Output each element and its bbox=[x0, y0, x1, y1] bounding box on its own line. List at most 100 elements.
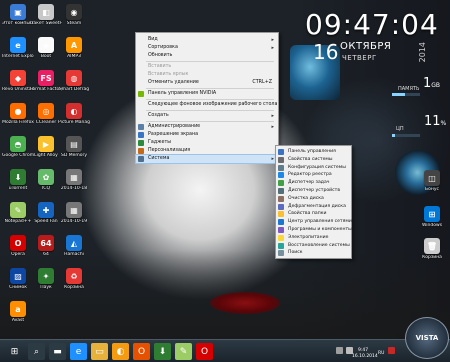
context-menu-item[interactable]: Вид ▸ bbox=[136, 36, 278, 44]
clock-weekday: ЧЕТВЕРГ bbox=[342, 54, 377, 62]
internet-explorer-icon: e bbox=[75, 346, 82, 357]
system-submenu-item[interactable]: Программы и компоненты bbox=[276, 226, 352, 234]
context-menu-item[interactable]: Следующее фоновое изображение рабочего с… bbox=[136, 101, 278, 109]
taskbar-office-button[interactable]: O bbox=[133, 343, 150, 360]
context-menu-item[interactable]: Гаджеты bbox=[136, 139, 278, 147]
desktop-icon[interactable]: ▦ 2014-10-19 bbox=[58, 202, 90, 232]
system-submenu-item[interactable]: Дефрагментация диска bbox=[276, 203, 351, 211]
tray-date[interactable]: 16.10.2014 bbox=[352, 354, 378, 359]
submenu-item-label: Конфигурация системы bbox=[288, 164, 346, 170]
menu-item-label: Администрирование bbox=[148, 124, 201, 129]
cpu-bar bbox=[392, 134, 420, 137]
context-menu-item[interactable]: Разрешение экрана bbox=[136, 131, 278, 139]
taskbar-opera-button[interactable]: O bbox=[196, 343, 213, 360]
menu-item-icon bbox=[138, 148, 144, 154]
menu-item-shortcut: CTRL+Z bbox=[252, 80, 272, 85]
submenu-item-icon bbox=[278, 250, 284, 257]
menu-item-icon bbox=[138, 156, 144, 162]
submenu-item-label: Панель управления bbox=[288, 149, 336, 154]
menu-item-label: Создать bbox=[148, 113, 169, 118]
app-icon: ◭ bbox=[66, 235, 82, 251]
menu-separator bbox=[146, 99, 274, 100]
volume-icon[interactable] bbox=[346, 347, 353, 354]
desktop-icon[interactable]: 🗑 Корзина bbox=[416, 238, 448, 268]
system-submenu-item[interactable]: Центр управления сетями bbox=[276, 218, 352, 226]
start-button[interactable]: ⊞ bbox=[6, 343, 23, 360]
desktop-icon[interactable]: ◭ Hamachi bbox=[58, 235, 90, 265]
folder-icon: ▭ bbox=[95, 346, 104, 357]
submenu-item-label: Восстановление системы bbox=[288, 242, 350, 248]
app-icon: ● bbox=[10, 103, 26, 119]
menu-item-label: Сортировка bbox=[148, 45, 178, 50]
taskbar-file-explorer-button[interactable]: ▬ bbox=[49, 343, 66, 360]
submenu-item-label: Центр управления сетями bbox=[288, 219, 352, 225]
taskbar-utorrent-button[interactable]: ⬇ bbox=[154, 343, 171, 360]
desktop-icon-label: Корзина bbox=[64, 285, 84, 290]
taskbar-internet-explorer-button[interactable]: e bbox=[70, 343, 87, 360]
submenu-item-icon bbox=[278, 211, 284, 218]
submenu-item-icon bbox=[278, 149, 284, 155]
submenu-item-label: Электропитание bbox=[288, 234, 329, 240]
app-icon: ▦ bbox=[66, 202, 82, 218]
tray-time[interactable]: 9:47 bbox=[358, 348, 368, 353]
language-indicator[interactable]: RU bbox=[378, 351, 384, 356]
submenu-item-icon bbox=[278, 234, 284, 241]
desktop-icon-label: Steam bbox=[66, 21, 82, 26]
system-submenu-item[interactable]: Поиск bbox=[276, 249, 351, 257]
context-menu-item[interactable]: Панель управления NVIDIA bbox=[136, 90, 278, 98]
desktop-icon[interactable]: a Avast bbox=[2, 301, 34, 331]
context-menu-item[interactable]: Сортировка ▸ bbox=[136, 44, 278, 52]
office-icon: O bbox=[137, 346, 146, 357]
context-menu-item[interactable]: Обновить bbox=[136, 52, 278, 60]
menu-item-label: Обновить bbox=[148, 53, 173, 58]
context-menu-item[interactable]: Система ▸ bbox=[135, 154, 279, 164]
desktop-icon[interactable]: ▦ 2014-10-18 bbox=[58, 169, 90, 199]
app-icon: 64 bbox=[38, 235, 54, 251]
system-submenu-item[interactable]: Свойства системы bbox=[276, 156, 351, 164]
context-menu-item[interactable]: Администрирование ▸ bbox=[136, 123, 278, 131]
desktop-icon[interactable]: ♻ Корзина bbox=[58, 268, 90, 298]
submenu-item-icon bbox=[278, 219, 284, 226]
app-icon: ✦ bbox=[38, 268, 54, 284]
clock-time: 09:47:04 bbox=[305, 8, 439, 41]
context-menu-item[interactable]: Персонализация bbox=[136, 147, 278, 155]
taskbar-search-button[interactable]: ⌕ bbox=[28, 343, 45, 360]
desktop-icon[interactable]: A AIMP3 bbox=[58, 37, 90, 67]
system-submenu-item[interactable]: Диспетчер устройств bbox=[276, 187, 351, 195]
taskbar-folder-button[interactable]: ▭ bbox=[91, 343, 108, 360]
desktop-icon[interactable]: ⊞ Windows bbox=[416, 206, 448, 236]
menu-item-label: Вставить ярлык bbox=[148, 72, 189, 77]
submenu-arrow-icon: ▸ bbox=[271, 45, 274, 51]
wallpaper-red-splash bbox=[210, 292, 280, 314]
desktop-icon[interactable]: ◉ Steam bbox=[58, 4, 90, 34]
system-submenu-item[interactable]: Очистка диска bbox=[276, 195, 351, 203]
system-submenu-item[interactable]: Редактор реестра bbox=[276, 171, 351, 179]
memory-bar-fill bbox=[392, 93, 405, 96]
desktop-icon[interactable]: ▤ SD Memory bbox=[58, 136, 90, 166]
context-menu-item[interactable]: Создать ▸ bbox=[136, 112, 278, 120]
menu-item-label: Следующее фоновое изображение рабочего с… bbox=[148, 102, 278, 107]
cpu-bar-fill bbox=[392, 134, 396, 137]
system-submenu-item[interactable]: Конфигурация системы bbox=[276, 164, 351, 172]
menu-item-label: Персонализация bbox=[148, 148, 191, 153]
app-icon: ◧ bbox=[38, 4, 54, 20]
system-submenu-item[interactable]: Свойства папки bbox=[276, 210, 351, 218]
taskbar-notepad-button[interactable]: ✎ bbox=[175, 343, 192, 360]
system-submenu-item[interactable]: Панель управления bbox=[276, 148, 351, 156]
context-menu-item[interactable]: Отменить удаление CTRL+Z bbox=[136, 79, 278, 87]
system-submenu-item[interactable]: Восстановление системы bbox=[276, 242, 351, 250]
system-submenu-item[interactable]: Диспетчер задач bbox=[276, 179, 351, 187]
system-submenu-item[interactable]: Электропитание bbox=[276, 234, 351, 242]
desktop-icon[interactable]: ◐Picture Manager bbox=[58, 103, 90, 133]
app-icon: ◉ bbox=[66, 4, 82, 20]
antivirus-tray-icon[interactable] bbox=[388, 347, 395, 354]
app-icon: e bbox=[10, 37, 26, 53]
app-icon: ◓ bbox=[10, 136, 26, 152]
desktop-icon[interactable]: ◍ Smart Defrag bbox=[58, 70, 90, 100]
taskbar-app-yellow-button[interactable]: ◐ bbox=[112, 343, 129, 360]
app-icon: A bbox=[66, 37, 82, 53]
network-icon[interactable] bbox=[336, 347, 343, 354]
desktop-icon[interactable]: ◫ Бонус bbox=[416, 170, 448, 200]
cpu-label: ЦП bbox=[396, 126, 404, 132]
submenu-item-label: Диспетчер устройств bbox=[288, 188, 341, 193]
